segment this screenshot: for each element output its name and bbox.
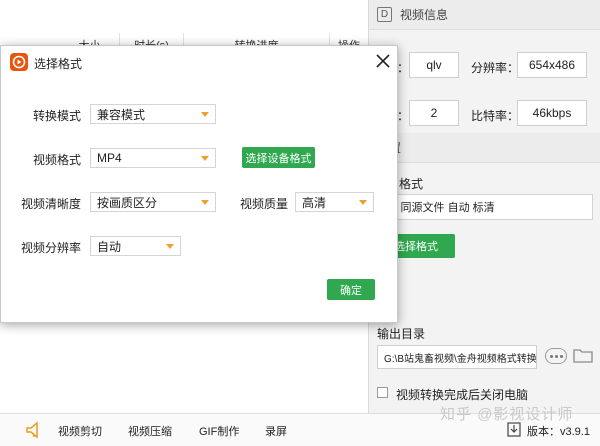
- video-clarity-label: 视频清晰度: [20, 197, 81, 211]
- folder-icon[interactable]: [573, 347, 593, 363]
- video-info-title: 视频信息: [400, 8, 449, 22]
- dialog-titlebar: 选择格式: [1, 46, 397, 78]
- video-clarity-select[interactable]: 按画质区分: [90, 192, 216, 212]
- resolution-label: 分辨率：: [471, 61, 520, 75]
- video-info-icon: D: [377, 7, 392, 22]
- tool-video-cut[interactable]: 视频剪切: [58, 423, 102, 439]
- bitrate-value: 46kbps: [517, 100, 587, 126]
- video-resolution-select[interactable]: 自动: [90, 236, 181, 256]
- chevron-down-icon: [359, 200, 367, 205]
- ok-button[interactable]: 确定: [327, 279, 375, 300]
- video-quality-value: 高清: [302, 195, 327, 210]
- right-panel: D 视频信息 格式： qlv 分辨率： 654x486 帧数： 2 比特率： 4…: [368, 0, 600, 413]
- video-info-header: D 视频信息: [369, 0, 600, 30]
- video-format-select[interactable]: MP4: [90, 148, 216, 168]
- format-value: qlv: [409, 52, 459, 78]
- more-icon[interactable]: [545, 348, 567, 364]
- output-dir-field[interactable]: G:\B站鬼畜视频\金舟视频格式转换: [377, 345, 537, 369]
- select-format-dialog: 选择格式 转换模式 兼容模式 视频格式 MP4 选择设备格式 视频清晰度 按画质…: [0, 45, 398, 323]
- conversion-mode-value: 兼容模式: [97, 107, 146, 122]
- tool-gif-maker[interactable]: GIF制作: [199, 423, 239, 439]
- output-settings-header: 设置: [369, 133, 600, 163]
- output-format-label: 格式: [399, 177, 424, 191]
- video-format-value: MP4: [97, 151, 122, 165]
- output-format-summary: P4 同源文件 自动 标清: [377, 194, 593, 220]
- shutdown-checkbox[interactable]: [377, 387, 388, 398]
- conversion-mode-label: 转换模式: [32, 109, 81, 123]
- frames-value: 2: [409, 100, 459, 126]
- conversion-mode-select[interactable]: 兼容模式: [90, 104, 216, 124]
- shutdown-label: 视频转换完成后关闭电脑: [396, 388, 529, 402]
- app-logo-icon: [10, 53, 28, 71]
- chevron-down-icon: [201, 112, 209, 117]
- video-resolution-label: 视频分辨率: [20, 241, 81, 255]
- video-quality-select[interactable]: 高清: [295, 192, 374, 212]
- video-format-label: 视频格式: [32, 153, 81, 167]
- bitrate-label: 比特率：: [471, 109, 520, 123]
- resolution-value: 654x486: [517, 52, 587, 78]
- watermark: 知乎 @影视设计师: [440, 406, 574, 423]
- video-clarity-value: 按画质区分: [97, 195, 158, 210]
- close-icon[interactable]: [375, 53, 391, 69]
- tool-screen-record[interactable]: 录屏: [265, 423, 287, 439]
- download-icon[interactable]: [507, 422, 521, 437]
- choose-device-format-button[interactable]: 选择设备格式: [242, 147, 315, 168]
- video-resolution-value: 自动: [97, 239, 122, 254]
- chevron-down-icon: [201, 200, 209, 205]
- output-dir-label: 输出目录: [377, 327, 426, 341]
- version-label: 版本：v3.9.1: [527, 426, 590, 438]
- dialog-title: 选择格式: [34, 57, 83, 71]
- video-quality-label: 视频质量: [239, 197, 288, 211]
- chevron-down-icon: [166, 244, 174, 249]
- speaker-icon[interactable]: [24, 421, 44, 439]
- chevron-down-icon: [201, 156, 209, 161]
- tool-video-compress[interactable]: 视频压缩: [128, 423, 172, 439]
